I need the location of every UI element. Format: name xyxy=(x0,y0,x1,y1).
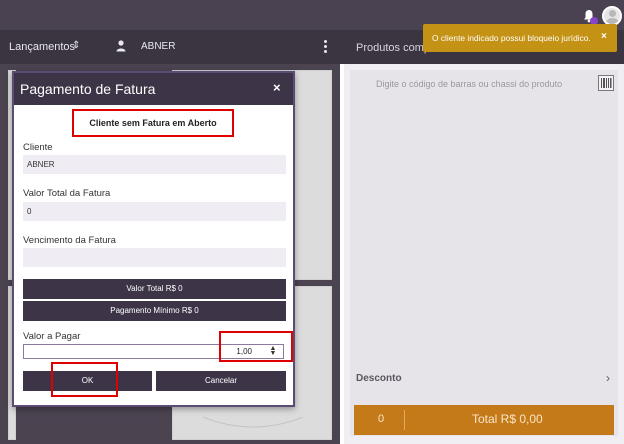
modal-title: Pagamento de Fatura xyxy=(20,81,156,97)
cancel-button[interactable]: Cancelar xyxy=(156,371,286,391)
barcode-icon[interactable] xyxy=(598,75,614,91)
invoice-total-value: 0 xyxy=(27,207,32,216)
user-icon xyxy=(116,40,126,52)
client-label: Cliente xyxy=(23,142,53,153)
status-message: Cliente sem Fatura em Aberto xyxy=(89,118,217,128)
due-date-field xyxy=(23,248,286,267)
sub-bar-left: Lançamentos ⇕ ABNER xyxy=(0,30,340,64)
total-amount: Total R$ 0,00 xyxy=(472,412,543,426)
minimum-payment-button[interactable]: Pagamento Mínimo R$ 0 xyxy=(23,301,286,321)
amount-highlight xyxy=(219,331,293,362)
due-date-label: Vencimento da Fatura xyxy=(23,235,116,246)
client-value: ABNER xyxy=(27,160,55,169)
barcode-placeholder: Digite o código de barras ou chassi do p… xyxy=(376,79,563,89)
item-count: 0 xyxy=(378,413,385,425)
warning-toast: O cliente indicado possui bloqueio juríd… xyxy=(423,24,617,52)
divider xyxy=(404,410,405,430)
products-title: Produtos comp xyxy=(356,42,430,54)
lancamentos-selector[interactable]: Lançamentos xyxy=(9,41,75,53)
status-highlight: Cliente sem Fatura em Aberto xyxy=(72,109,234,137)
modal-close-button[interactable]: × xyxy=(273,80,281,95)
amount-to-pay-label: Valor a Pagar xyxy=(23,331,81,342)
discount-label: Desconto xyxy=(356,373,402,384)
total-bar[interactable]: 0 Total R$ 0,00 xyxy=(354,405,614,435)
invoice-total-field: 0 xyxy=(23,202,286,221)
toast-message: O cliente indicado possui bloqueio juríd… xyxy=(432,33,591,43)
invoice-total-label: Valor Total da Fatura xyxy=(23,188,111,199)
avatar[interactable] xyxy=(602,6,622,26)
toast-close-button[interactable]: × xyxy=(601,31,607,42)
discount-row[interactable]: Desconto › xyxy=(356,371,616,389)
modal-header: Pagamento de Fatura × xyxy=(14,73,293,105)
client-field: ABNER xyxy=(23,155,286,174)
total-value-button[interactable]: Valor Total R$ 0 xyxy=(23,279,286,299)
ok-highlight xyxy=(51,362,118,397)
user-name: ABNER xyxy=(141,41,176,52)
invoice-payment-modal: Pagamento de Fatura × Cliente sem Fatura… xyxy=(12,71,295,407)
kebab-menu-icon[interactable] xyxy=(324,40,328,54)
chevron-updown-icon[interactable]: ⇕ xyxy=(72,40,80,51)
chevron-right-icon[interactable]: › xyxy=(606,371,610,385)
